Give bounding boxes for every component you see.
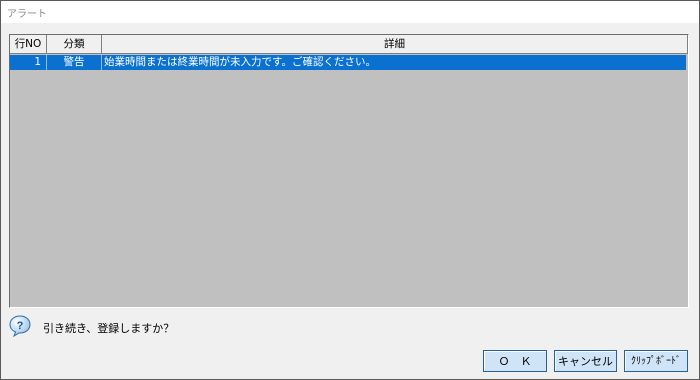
column-header-category[interactable]: 分類 [47, 35, 102, 54]
table-row[interactable]: 1 警告 始業時間または終業時間が未入力です。ご確認ください。 [10, 55, 686, 70]
ok-button[interactable]: Ｏ Ｋ [483, 350, 547, 372]
row-no-cell: 1 [10, 55, 47, 70]
confirmation-message: 引き続き、登録しますか？ [43, 322, 175, 335]
column-header-row-no[interactable]: 行NO [10, 35, 47, 54]
detail-cell: 始業時間または終業時間が未入力です。ご確認ください。 [104, 56, 376, 68]
grid-header: 行NO 分類 詳細 [10, 35, 688, 55]
window-title: アラート [7, 9, 47, 20]
question-icon: ? [9, 315, 31, 337]
cancel-button[interactable]: キャンセル [554, 350, 617, 372]
alert-grid[interactable]: 行NO 分類 詳細 1 警告 始業時間または終業時間が未入力です。ご確認ください… [9, 34, 689, 308]
alert-dialog: アラート 行NO 分類 詳細 1 警告 始業時間または終業時間が未入力です。ご確… [0, 0, 700, 380]
clipboard-button[interactable]: ｸﾘｯﾌﾟﾎﾞｰﾄﾞ [624, 350, 688, 372]
title-bar: アラート [1, 1, 699, 23]
column-header-detail[interactable]: 詳細 [102, 35, 688, 54]
category-cell: 警告 [47, 55, 102, 70]
svg-text:?: ? [17, 320, 24, 332]
